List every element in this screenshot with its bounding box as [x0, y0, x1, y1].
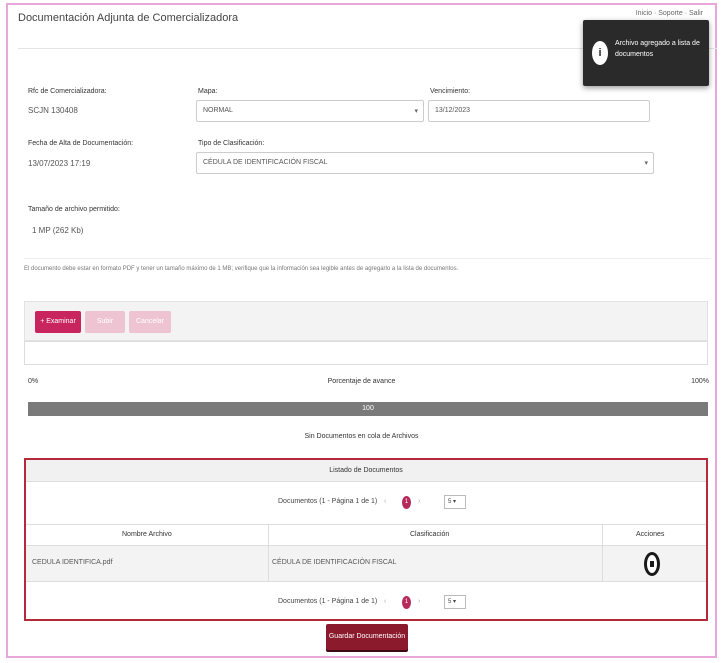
- pager-next-button[interactable]: ›: [418, 598, 420, 605]
- column-divider: [268, 525, 269, 545]
- page-size-select[interactable]: 5 ▾: [444, 595, 466, 609]
- pager-prev-button[interactable]: ‹: [384, 598, 386, 605]
- column-divider: [602, 546, 603, 581]
- rfc-value: SCJN 130408: [28, 106, 78, 115]
- table-title: Listado de Documentos: [26, 460, 706, 482]
- vencimiento-value: 13/12/2023: [435, 107, 471, 114]
- vencimiento-label: Vencimiento:: [430, 88, 471, 95]
- upload-toolbar: + Examinar Subir Cancelar: [24, 301, 708, 341]
- table-row: CEDULA IDENTIFICA.pdf CÉDULA DE IDENTIFI…: [26, 546, 706, 582]
- chevron-down-icon: ▾: [644, 160, 648, 167]
- pager-text: Documentos (1 - Página 1 de 1): [278, 498, 378, 505]
- vencimiento-field[interactable]: 13/12/2023: [428, 100, 650, 122]
- page-size-select[interactable]: 5 ▾: [444, 495, 466, 509]
- tipo-clasificacion-label: Tipo de Clasificación:: [198, 140, 265, 147]
- chevron-down-icon: ▾: [414, 108, 418, 115]
- tamano-archivo-label: Tamaño de archivo permitido:: [28, 206, 120, 213]
- info-icon: i: [592, 41, 608, 65]
- tamano-archivo-value: 1 MP (262 Kb): [32, 226, 84, 235]
- pager-page-button[interactable]: 1: [402, 496, 411, 509]
- fecha-alta-value: 13/07/2023 17:19: [28, 159, 91, 168]
- documents-table: Listado de Documentos Documentos (1 - Pá…: [24, 458, 708, 621]
- file-drop-area[interactable]: [24, 341, 708, 365]
- progress-max-label: 100%: [691, 378, 709, 385]
- pager-text: Documentos (1 - Página 1 de 1): [278, 598, 378, 605]
- column-header-file[interactable]: Nombre Archivo: [122, 531, 172, 538]
- upload-note: El documento debe estar en formato PDF y…: [24, 266, 459, 272]
- table-pager-top: Documentos (1 - Página 1 de 1) ‹ 1 › 5 ▾: [26, 492, 706, 514]
- progress-bar-label: 100: [362, 405, 374, 412]
- tipo-clasificacion-select[interactable]: CÉDULA DE IDENTIFICACIÓN FISCAL ▾: [196, 152, 654, 174]
- choose-file-button[interactable]: + Examinar: [35, 311, 81, 333]
- upload-button[interactable]: Subir: [85, 311, 125, 333]
- tipo-clasificacion-value: CÉDULA DE IDENTIFICACIÓN FISCAL: [203, 159, 328, 166]
- column-header-actions: Acciones: [636, 531, 665, 538]
- save-documents-button[interactable]: Guardar Documentación: [326, 624, 408, 650]
- pager-next-button[interactable]: ›: [418, 498, 420, 505]
- column-header-classification[interactable]: Clasificación: [410, 531, 449, 538]
- pager-prev-button[interactable]: ‹: [384, 498, 386, 505]
- table-pager-bottom: Documentos (1 - Página 1 de 1) ‹ 1 › 5 ▾: [26, 592, 706, 614]
- fecha-alta-label: Fecha de Alta de Documentación:: [28, 140, 134, 147]
- toast-message: Archivo agregado a lista de documentos: [615, 40, 700, 58]
- progress-title: Porcentaje de avance: [327, 378, 396, 385]
- mapa-select[interactable]: NORMAL ▾: [196, 100, 424, 122]
- column-divider: [602, 525, 603, 545]
- top-links[interactable]: Inicio · Soporte · Salir: [636, 10, 703, 17]
- mapa-select-value: NORMAL: [203, 107, 233, 114]
- rfc-label: Rfc de Comercializadora:: [28, 88, 107, 95]
- cell-classification: CÉDULA DE IDENTIFICACIÓN FISCAL: [272, 559, 397, 566]
- delete-icon[interactable]: [644, 552, 660, 576]
- column-divider: [268, 546, 269, 581]
- cancel-upload-button[interactable]: Cancelar: [129, 311, 171, 333]
- mapa-label: Mapa:: [198, 88, 218, 95]
- progress-bar: 100: [28, 402, 708, 416]
- section-divider: [24, 258, 711, 259]
- pager-page-button[interactable]: 1: [402, 596, 411, 609]
- table-header-row: Nombre Archivo Clasificación Acciones: [26, 524, 706, 546]
- queue-status: Sin Documentos en cola de Archivos: [304, 433, 419, 440]
- cell-file-name: CEDULA IDENTIFICA.pdf: [32, 559, 113, 566]
- notification-toast: i Archivo agregado a lista de documentos: [583, 20, 709, 86]
- page-title: Documentación Adjunta de Comercializador…: [18, 12, 239, 24]
